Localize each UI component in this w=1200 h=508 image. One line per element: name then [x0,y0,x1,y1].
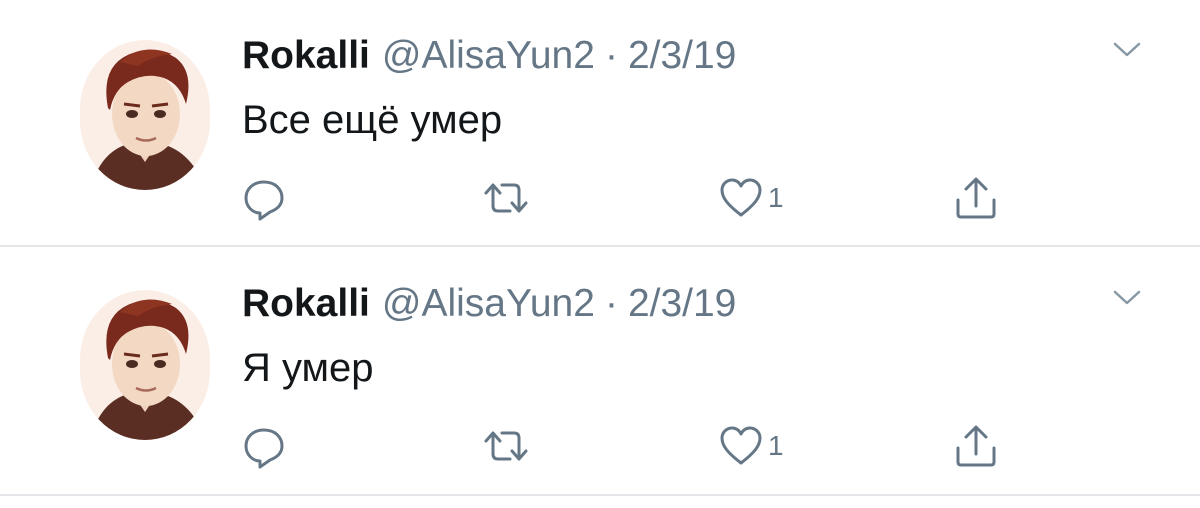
reply-icon [244,428,284,469]
tweet-actions: 1 [0,418,1200,474]
avatar[interactable] [80,40,210,190]
retweet-icon [484,431,528,461]
heart-icon [720,178,762,217]
separator-dot: · [604,282,618,325]
share-icon [956,425,996,467]
user-handle[interactable]: @AlisaYun2 [382,34,595,77]
reply-button[interactable] [240,170,288,226]
share-icon [956,177,996,219]
reply-icon [244,180,284,221]
chevron-down-icon[interactable] [1112,288,1142,308]
share-button[interactable] [952,170,1000,226]
tweet-header: Rokalli @AlisaYun2 · 2/3/19 [242,278,736,330]
retweet-button[interactable] [478,170,534,226]
tweet-text: Все ещё умер [242,98,503,142]
display-name[interactable]: Rokalli [242,34,370,77]
tweet-header: Rokalli @AlisaYun2 · 2/3/19 [242,30,736,82]
user-handle[interactable]: @AlisaYun2 [382,282,595,325]
heart-icon [720,426,762,465]
tweet-divider [0,494,1200,496]
retweet-icon [484,183,528,213]
tweet-date[interactable]: 2/3/19 [628,34,736,77]
tweet-actions: 1 [0,170,1200,226]
tweet-feed: Rokalli@AlisaYun2·2/3/19 Все ещё умер [0,0,1200,508]
tweet[interactable]: Rokalli @AlisaYun2 · 2/3/19 Я умер 1 [0,248,1200,496]
like-count: 1 [768,430,784,461]
tweet-date[interactable]: 2/3/19 [628,282,736,325]
tweet-text: Я умер [242,346,374,390]
like-button[interactable]: 1 [718,418,784,474]
display-name[interactable]: Rokalli [242,282,370,325]
separator-dot: · [604,34,618,77]
reply-button[interactable] [240,418,288,474]
like-button[interactable]: 1 [718,170,784,226]
tweet[interactable]: Rokalli @AlisaYun2·2/3/19 Все ещё умер [0,0,1200,248]
chevron-down-icon[interactable] [1112,40,1142,60]
like-count: 1 [768,182,784,213]
share-button[interactable] [952,418,1000,474]
retweet-button[interactable] [478,418,534,474]
tweet-divider [0,245,1200,247]
